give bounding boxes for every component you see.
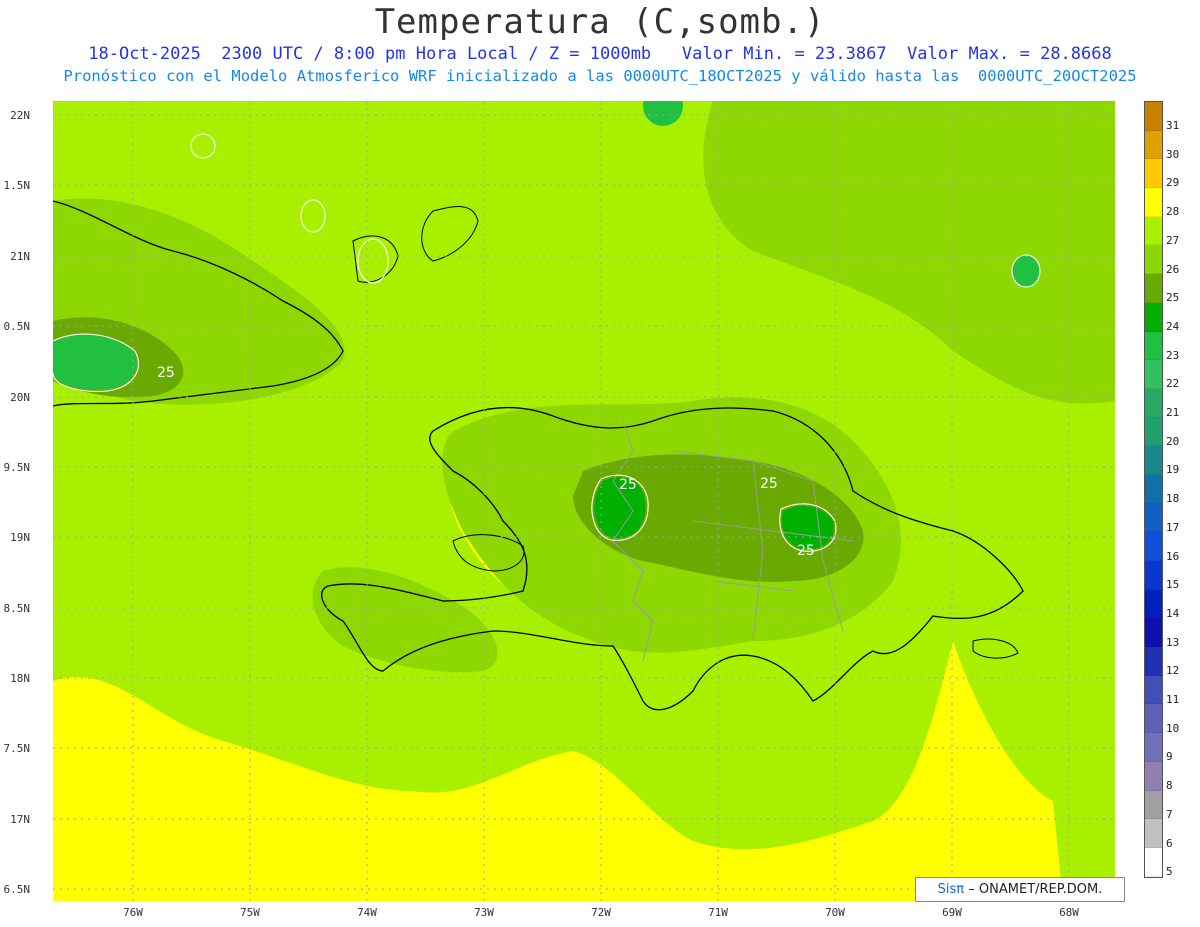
- lon-label: 70W: [825, 906, 845, 919]
- legend-swatch: [1145, 474, 1162, 504]
- legend-swatch: [1145, 245, 1162, 275]
- legend-label: 27: [1166, 233, 1180, 247]
- legend-swatch: [1145, 503, 1162, 533]
- legend-swatch: [1145, 302, 1162, 332]
- model-info: Pronóstico con el Modelo Atmosferico WRF…: [63, 67, 1137, 85]
- legend-label: 21: [1166, 406, 1180, 419]
- legend-label: 23: [1166, 348, 1180, 362]
- lon-label: 73W: [474, 906, 494, 919]
- legend-swatch: [1145, 532, 1162, 561]
- legend-label: 5: [1166, 865, 1173, 879]
- lon-label: 68W: [1059, 906, 1079, 919]
- puerto-rico-outline: [972, 638, 1019, 659]
- legend-swatch: [1145, 216, 1162, 246]
- legend-swatch: [1145, 188, 1162, 217]
- legend-label: 13: [1166, 635, 1180, 649]
- legend-label: 17: [1166, 520, 1180, 534]
- lat-label: 9.5N: [3, 461, 31, 474]
- lon-label: 69W: [942, 906, 962, 919]
- lon-label: 72W: [591, 906, 611, 919]
- legend-swatch: [1145, 618, 1162, 648]
- temperature-map: 25 25 25 25: [53, 101, 1115, 901]
- legend-swatch: [1145, 704, 1162, 734]
- contour-label: 25: [619, 477, 637, 493]
- legend-label: 22: [1166, 377, 1180, 391]
- legend-label: 9: [1166, 750, 1173, 764]
- legend-label: 14: [1166, 606, 1180, 620]
- legend-swatch: [1145, 847, 1162, 877]
- legend-label: 6: [1166, 836, 1173, 850]
- legend-swatch: [1145, 761, 1162, 791]
- lat-label: 21N: [10, 250, 30, 263]
- legend-label: 26: [1166, 262, 1180, 276]
- legend-label: 30: [1166, 147, 1180, 161]
- legend-swatch: [1145, 331, 1162, 361]
- legend-swatch: [1145, 733, 1162, 762]
- legend-swatch: [1145, 446, 1162, 475]
- bahamas-outline: [352, 206, 479, 283]
- lon-label: 76W: [123, 906, 143, 919]
- legend-label: 28: [1166, 205, 1180, 219]
- lat-label: 22N: [10, 109, 30, 122]
- legend-swatch: [1145, 790, 1162, 820]
- legend-label: 20: [1166, 434, 1180, 448]
- legend-label: 7: [1166, 807, 1173, 821]
- zone-24-cell-n: [643, 101, 683, 126]
- legend-swatch: [1145, 675, 1162, 705]
- contour-label: 25: [760, 476, 778, 492]
- map-title: Temperatura (C,somb.): [374, 2, 826, 42]
- color-legend: [1144, 101, 1163, 878]
- warm-zone-south: [53, 641, 1063, 901]
- legend-swatch: [1145, 159, 1162, 189]
- zone-26-northeast: [703, 101, 1115, 404]
- lat-label: 7.5N: [3, 742, 31, 755]
- legend-label: 25: [1166, 291, 1180, 305]
- contour-label: 25: [797, 543, 815, 559]
- lat-label: 1.5N: [3, 179, 31, 192]
- lat-label: 19N: [10, 531, 30, 544]
- lat-label: 0.5N: [3, 320, 31, 333]
- lat-label: 8.5N: [3, 602, 31, 615]
- legend-label: 10: [1166, 721, 1180, 735]
- contour-label: 25: [157, 365, 175, 381]
- legend-swatch: [1145, 102, 1162, 131]
- legend-label: 31: [1166, 119, 1180, 132]
- legend-swatch: [1145, 130, 1162, 160]
- lat-label: 6.5N: [3, 883, 31, 896]
- lat-label: 20N: [10, 391, 30, 404]
- legend-swatch: [1145, 819, 1162, 848]
- forecast-time-info: 18-Oct-2025 2300 UTC / 8:00 pm Hora Loca…: [88, 44, 1112, 64]
- lat-label: 17N: [10, 813, 30, 826]
- legend-label: 29: [1166, 176, 1180, 190]
- lon-label: 74W: [357, 906, 377, 919]
- legend-label: 19: [1166, 463, 1180, 477]
- legend-label: 12: [1166, 664, 1180, 678]
- legend-label: 24: [1166, 319, 1180, 333]
- legend-swatch: [1145, 274, 1162, 303]
- legend-swatch: [1145, 417, 1162, 447]
- legend-label: 16: [1166, 549, 1180, 563]
- lat-label: 18N: [10, 672, 30, 685]
- credit-logo: Sisπ: [937, 882, 965, 897]
- legend-swatch: [1145, 561, 1162, 590]
- credit-text: – ONAMET/REP.DOM.: [968, 882, 1103, 897]
- legend-swatch: [1145, 589, 1162, 619]
- lon-label: 71W: [708, 906, 728, 919]
- credit-box: Sisπ – ONAMET/REP.DOM.: [915, 877, 1125, 902]
- legend-label: 11: [1166, 693, 1180, 706]
- legend-swatch: [1145, 388, 1162, 418]
- legend-label: 18: [1166, 492, 1180, 506]
- legend-swatch: [1145, 647, 1162, 676]
- map-canvas: 25 25 25 25: [53, 101, 1115, 901]
- legend-swatch: [1145, 360, 1162, 389]
- legend-label: 8: [1166, 779, 1173, 793]
- lon-label: 75W: [240, 906, 260, 919]
- legend-label: 15: [1166, 578, 1180, 592]
